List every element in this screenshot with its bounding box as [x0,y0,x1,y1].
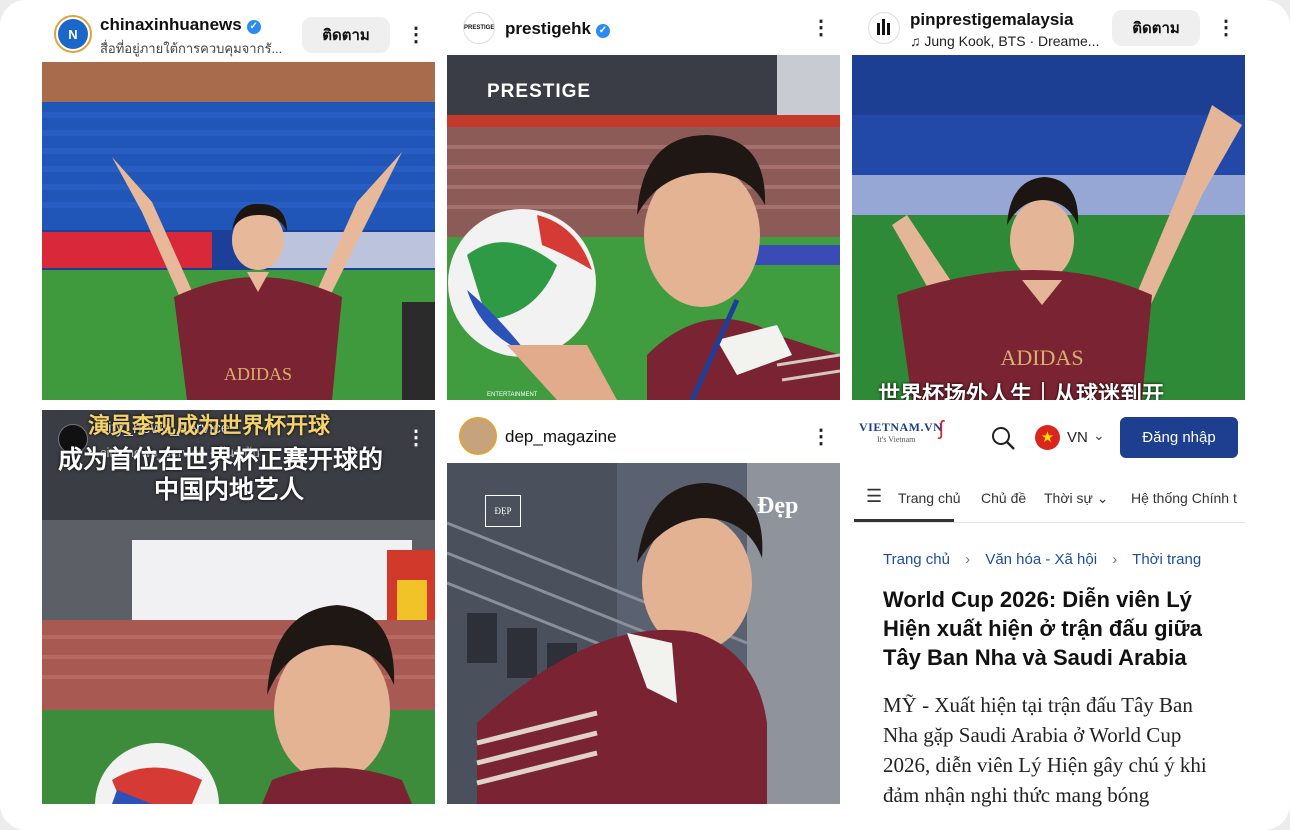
username[interactable]: prestigehk ✓ [505,19,610,39]
post-image: city_news_service city_news_service · ต้… [42,410,435,804]
post-header: N chinaxinhuanews ✓ สื่อที่อยู่ภายใต้การค… [42,0,435,56]
login-button[interactable]: Đăng nhập [1120,417,1238,458]
language-selector[interactable]: ★ VN ⌄ [1035,425,1107,451]
svg-text:ADIDAS: ADIDAS [224,364,292,384]
brand-overlay-text: PRESTIGE [487,81,592,102]
username[interactable]: chinaxinhuanews ✓ [100,15,261,35]
article-headline[interactable]: World Cup 2026: Diễn viên Lý Hiện xuất h… [883,585,1213,672]
post-image: Đẹp ĐẸP [447,463,840,804]
avatar[interactable]: N [54,15,92,53]
post-header: pinprestigemalaysia ♫ Jung Kook, BTS · D… [852,0,1245,52]
music-note-icon: ♫ [910,33,925,49]
chevron-down-icon: ⌄ [1093,427,1105,443]
music-subtitle: ♫ Jung Kook, BTS · Dreame... [910,33,1100,49]
breadcrumb-item[interactable]: Thời trang [1132,551,1201,568]
post-pinprestigemalaysia: pinprestigemalaysia ♫ Jung Kook, BTS · D… [852,0,1245,400]
caption-small-text: ENTERTAINMENT [487,392,538,398]
breadcrumb: Trang chủ › Văn hóa - Xã hội › Thời tran… [883,551,1201,568]
breadcrumb-item[interactable]: Trang chủ [883,551,950,568]
follow-button[interactable]: ติดตาม [1112,10,1200,46]
article-lead: MỸ - Xuất hiện tại trận đấu Tây Ban Nha … [883,693,1207,807]
verified-icon: ✓ [246,20,261,34]
post-image: ADIDAS [42,62,435,400]
follow-button[interactable]: ติดตาม [302,17,390,53]
site-logo-main: VIETNAM.VN [859,420,943,434]
post-header: PRESTIGE prestigehk ✓ ⋮ [447,0,840,52]
screenshot-collage: N chinaxinhuanews ✓ สื่อที่อยู่ภายใต้การค… [0,0,1290,830]
more-options-icon[interactable]: ⋮ [811,18,831,38]
account-subtitle: สื่อที่อยู่ภายใต้การควบคุมจากรั... [100,41,283,56]
username[interactable]: dep_magazine [505,427,617,447]
site-logo-sub: It's Vietnam [877,435,916,444]
vietnam-flag-icon: ★ [1035,425,1060,450]
nav-item-news[interactable]: Thời sự ⌄ [1044,490,1109,507]
verified-icon: ✓ [595,24,610,38]
nav-active-underline [854,519,954,522]
username[interactable]: pinprestigemalaysia [910,10,1073,30]
dep-logo: ĐẸP [485,495,521,527]
search-icon[interactable] [990,425,1016,451]
post-chinaxinhuanews: N chinaxinhuanews ✓ สื่อที่อยู่ภายใต้การค… [42,0,435,400]
language-label: VN [1067,429,1088,446]
caption-line-3: 中国内地艺人 [154,476,305,504]
post-image: ADIDAS 世界杯场外人生｜从球迷到开 [852,55,1245,400]
more-options-icon[interactable]: ⋮ [1216,18,1236,38]
post-header: dep_magazine ⋮ [447,410,840,462]
caption-overlay-text: 世界杯场外人生｜从球迷到开 [878,382,1165,400]
chevron-right-icon: › [1112,551,1118,568]
nav-bar: ☰ Trang chủ Chủ đề Thời sự ⌄ Hệ thống Ch… [852,478,1245,523]
caption-line-1: 演员李现成为世界杯开球 [88,413,331,438]
post-dep-magazine: dep_magazine ⋮ Đẹp ĐẸP [447,410,840,804]
avatar-logo-text: PRESTIGE [464,25,495,31]
svg-text:ADIDAS: ADIDAS [1000,345,1083,370]
svg-text:N: N [68,27,77,42]
site-logo-mark: ʃ [939,418,944,440]
more-options-icon[interactable]: ⋮ [406,428,426,448]
nav-item-system[interactable]: Hệ thống Chính t [1131,490,1237,506]
nav-item-home[interactable]: Trang chủ [898,490,961,506]
chevron-down-icon: ⌄ [1096,490,1109,506]
breadcrumb-item[interactable]: Văn hóa - Xã hội [985,551,1097,568]
nav-item-topics[interactable]: Chủ đề [981,490,1026,506]
more-options-icon[interactable]: ⋮ [811,427,831,447]
avatar[interactable] [459,417,497,455]
post-image: PRESTIGE ENTERTAINMENT [447,55,840,400]
watermark-text: Đẹp [757,493,799,519]
post-prestigehk: PRESTIGE prestigehk ✓ ⋮ PRESTIGE ENTERTA… [447,0,840,400]
site-logo[interactable]: VIETNAM.VN It's Vietnam ʃ [859,418,969,456]
avatar[interactable]: PRESTIGE [463,12,495,44]
post-city-news-service: city_news_service city_news_service · ต้… [42,410,435,804]
chevron-right-icon: › [965,551,971,568]
hamburger-menu-icon[interactable]: ☰ [866,486,882,507]
avatar[interactable] [868,12,900,44]
more-options-icon[interactable]: ⋮ [406,25,426,45]
